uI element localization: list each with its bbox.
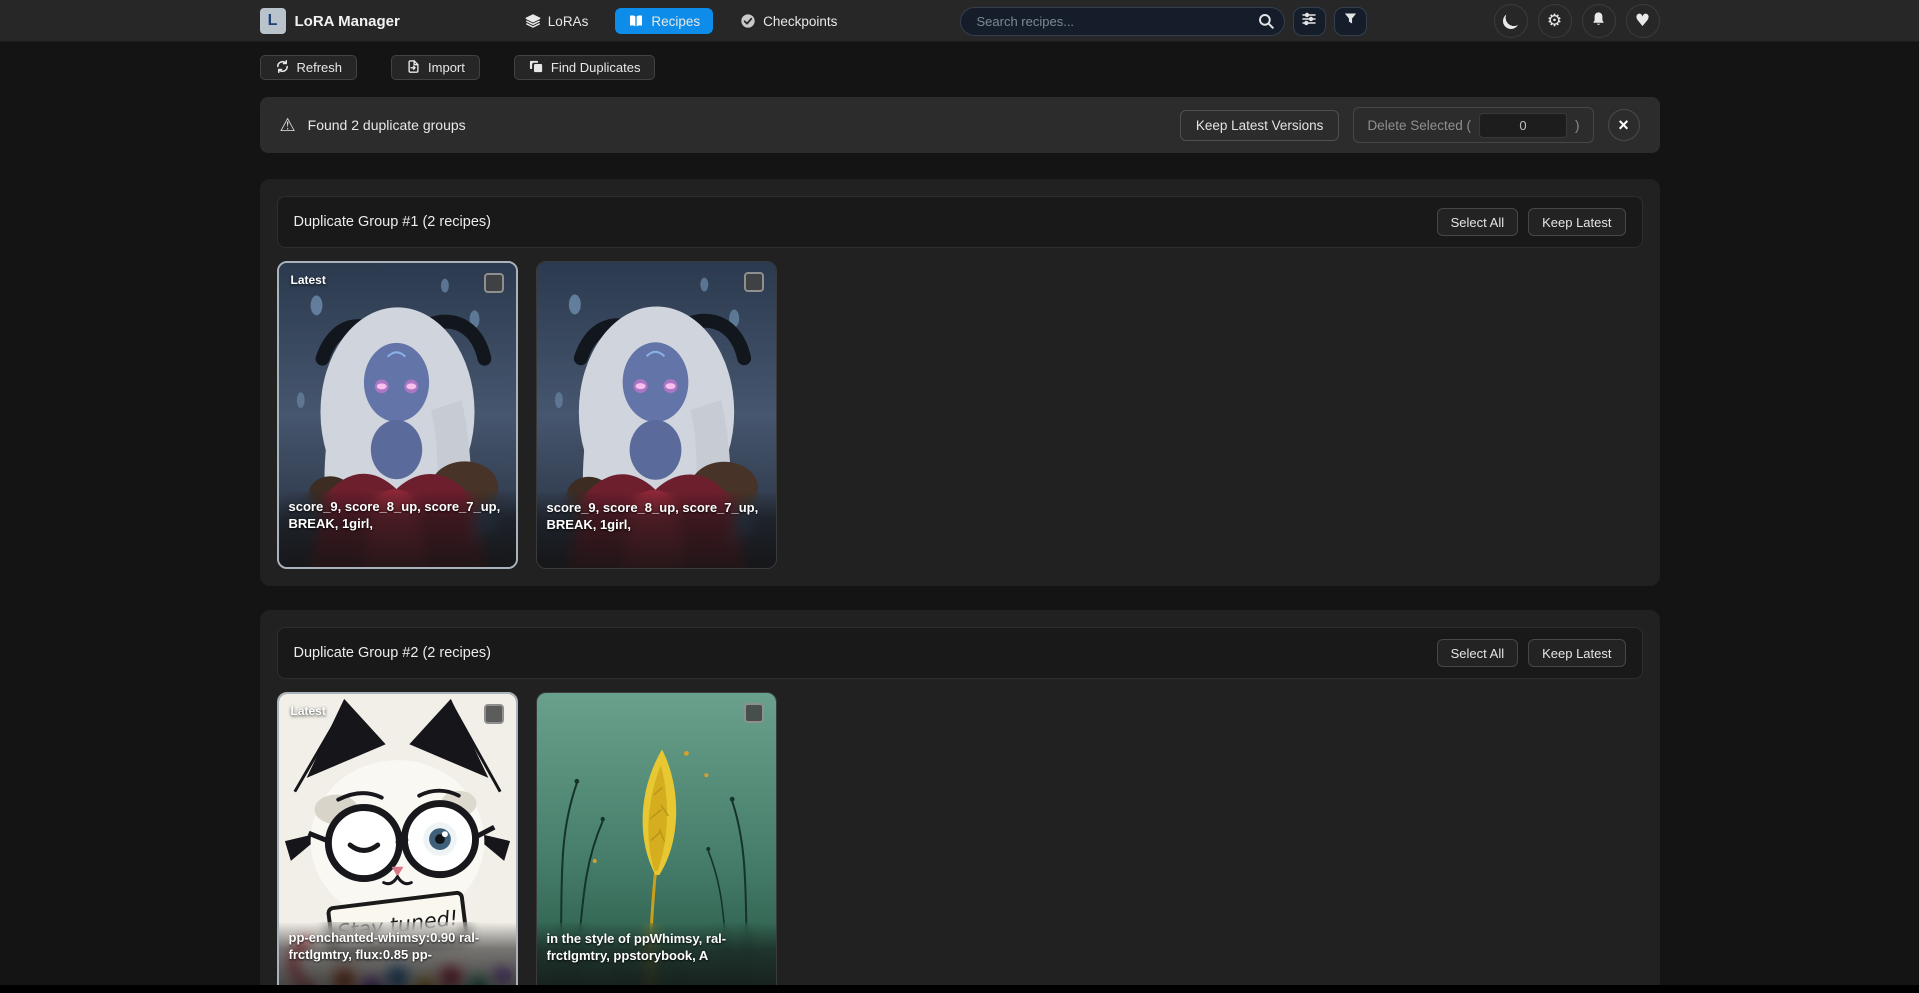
selected-count-input[interactable]	[1479, 113, 1567, 138]
import-button[interactable]: Import	[391, 55, 480, 80]
header-actions: ⚙ ♥	[1494, 4, 1660, 38]
latest-badge: Latest	[291, 273, 326, 287]
theme-toggle-button[interactable]	[1494, 4, 1528, 38]
keep-latest-button[interactable]: Keep Latest	[1528, 639, 1625, 667]
copy-icon	[529, 59, 544, 77]
filter-button[interactable]	[1334, 7, 1367, 36]
search-input[interactable]	[960, 7, 1285, 36]
refresh-button[interactable]: Refresh	[260, 55, 358, 80]
find-duplicates-button[interactable]: Find Duplicates	[514, 55, 656, 80]
recipe-card[interactable]: in the style of ppWhimsy, ral-frctlgmtry…	[536, 692, 777, 993]
sliders-button[interactable]	[1293, 7, 1326, 36]
group-title: Duplicate Group #2 (2 recipes)	[294, 645, 491, 661]
support-button[interactable]: ♥	[1626, 4, 1660, 38]
app-header: L LoRA Manager LoRAs Recipes Checkpoints	[0, 0, 1919, 42]
sliders-icon	[1301, 11, 1317, 32]
recipe-card[interactable]: Latest score_9, score_8_up, score_7_up, …	[277, 261, 518, 569]
select-all-button[interactable]: Select All	[1437, 208, 1518, 236]
close-alert-button[interactable]: ×	[1608, 109, 1640, 141]
keep-latest-versions-button[interactable]: Keep Latest Versions	[1180, 110, 1340, 141]
search-icon[interactable]	[1257, 12, 1275, 35]
app-title: LoRA Manager	[295, 13, 400, 30]
moon-icon	[1503, 13, 1519, 29]
import-label: Import	[428, 60, 465, 75]
bottom-edge	[0, 985, 1919, 993]
recipe-caption: score_9, score_8_up, score_7_up, BREAK, …	[289, 498, 506, 532]
delete-selected-suffix: )	[1575, 118, 1580, 133]
delete-selected-button[interactable]: Delete Selected ( )	[1353, 107, 1593, 143]
find-duplicates-label: Find Duplicates	[551, 60, 641, 75]
card-checkbox[interactable]	[484, 273, 504, 293]
duplicate-group-2: Duplicate Group #2 (2 recipes) Select Al…	[260, 610, 1660, 993]
nav-tab-label: Recipes	[651, 14, 700, 29]
delete-selected-prefix: Delete Selected (	[1367, 118, 1471, 133]
caption-band: in the style of ppWhimsy, ral-frctlgmtry…	[537, 923, 776, 993]
group-title: Duplicate Group #1 (2 recipes)	[294, 214, 491, 230]
main-nav: LoRAs Recipes Checkpoints	[512, 8, 851, 34]
nav-tab-loras[interactable]: LoRAs	[512, 8, 602, 34]
latest-badge: Latest	[291, 704, 326, 718]
nav-tab-recipes[interactable]: Recipes	[615, 8, 713, 34]
close-icon: ×	[1618, 115, 1629, 136]
cards-row: Stay tuned! Latest pp-encha	[277, 692, 1643, 993]
heart-icon: ♥	[1635, 13, 1650, 30]
nav-tab-label: Checkpoints	[763, 14, 837, 29]
recipe-card[interactable]: score_9, score_8_up, score_7_up, BREAK, …	[536, 261, 777, 569]
group-header: Duplicate Group #1 (2 recipes) Select Al…	[277, 196, 1643, 248]
recipe-caption: in the style of ppWhimsy, ral-frctlgmtry…	[547, 930, 766, 964]
layers-icon	[525, 13, 541, 29]
app-logo[interactable]: L	[260, 8, 286, 34]
recipe-card[interactable]: Stay tuned! Latest pp-encha	[277, 692, 518, 993]
select-all-button[interactable]: Select All	[1437, 639, 1518, 667]
refresh-icon	[275, 59, 290, 77]
notifications-button[interactable]	[1582, 4, 1616, 38]
recipe-caption: score_9, score_8_up, score_7_up, BREAK, …	[547, 499, 766, 533]
caption-band: score_9, score_8_up, score_7_up, BREAK, …	[279, 491, 516, 567]
nav-tab-checkpoints[interactable]: Checkpoints	[727, 8, 850, 34]
alert-message: Found 2 duplicate groups	[308, 117, 466, 133]
duplicate-group-1: Duplicate Group #1 (2 recipes) Select Al…	[260, 179, 1660, 586]
nav-tab-label: LoRAs	[548, 14, 589, 29]
import-icon	[406, 59, 421, 77]
refresh-label: Refresh	[297, 60, 343, 75]
cards-row: Latest score_9, score_8_up, score_7_up, …	[277, 261, 1643, 569]
warning-icon: ⚠	[280, 115, 296, 136]
brand: L LoRA Manager	[260, 8, 400, 34]
funnel-icon	[1343, 11, 1358, 31]
check-circle-icon	[740, 13, 756, 29]
caption-band: score_9, score_8_up, score_7_up, BREAK, …	[537, 492, 776, 568]
book-icon	[628, 13, 644, 29]
card-checkbox[interactable]	[484, 704, 504, 724]
card-checkbox[interactable]	[744, 272, 764, 292]
duplicates-alert: ⚠ Found 2 duplicate groups Keep Latest V…	[260, 97, 1660, 153]
settings-button[interactable]: ⚙	[1538, 4, 1572, 38]
card-checkbox[interactable]	[744, 703, 764, 723]
bell-icon	[1590, 11, 1607, 31]
gear-icon: ⚙	[1547, 13, 1562, 30]
search-bar	[960, 7, 1285, 36]
keep-latest-button[interactable]: Keep Latest	[1528, 208, 1625, 236]
group-header: Duplicate Group #2 (2 recipes) Select Al…	[277, 627, 1643, 679]
caption-band: pp-enchanted-whimsy:0.90 ral-frctlgmtry,…	[279, 922, 516, 993]
recipe-caption: pp-enchanted-whimsy:0.90 ral-frctlgmtry,…	[289, 929, 506, 963]
toolbar: Refresh Import Find Duplicates	[260, 55, 1660, 80]
